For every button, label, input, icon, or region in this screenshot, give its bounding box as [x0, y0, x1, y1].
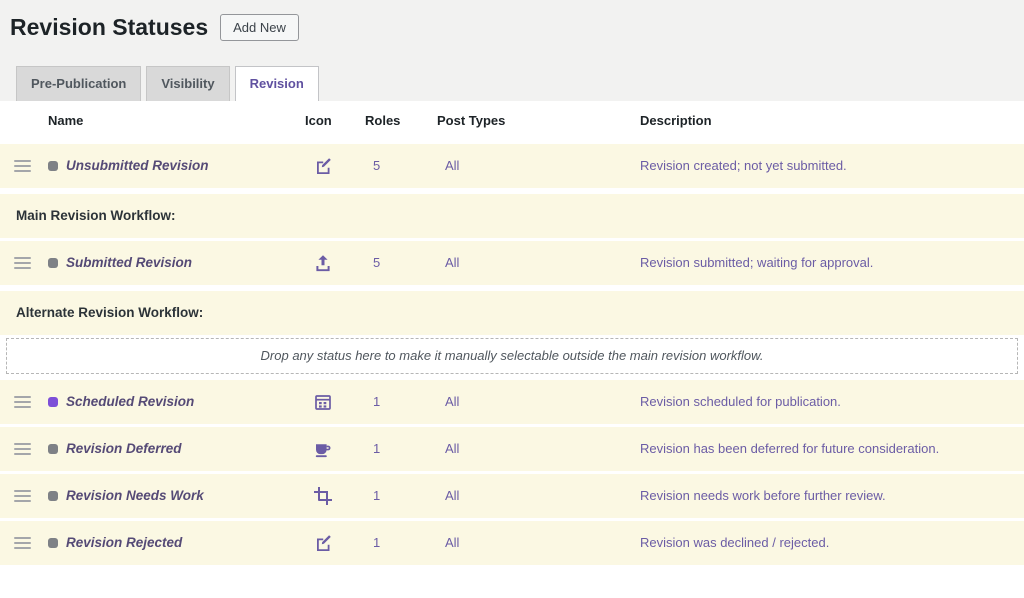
column-header-post-types: Post Types: [437, 113, 640, 128]
status-dot: [48, 397, 58, 407]
status-name-link[interactable]: Revision Needs Work: [66, 488, 204, 503]
drag-handle-icon[interactable]: [14, 537, 31, 549]
upload-icon: [305, 253, 365, 273]
status-dot: [48, 538, 58, 548]
roles-count-link[interactable]: 1: [373, 488, 380, 503]
tab-visibility[interactable]: Visibility: [146, 66, 229, 101]
edit-icon: [305, 533, 365, 553]
crop-icon: [305, 486, 365, 506]
table-row: Scheduled Revision 1 All Revision schedu…: [0, 380, 1024, 424]
tab-revision[interactable]: Revision: [235, 66, 319, 101]
column-header-roles: Roles: [365, 113, 437, 128]
status-drop-zone[interactable]: Drop any status here to make it manually…: [6, 338, 1018, 374]
status-dot: [48, 258, 58, 268]
drag-handle-icon[interactable]: [14, 396, 31, 408]
add-new-button[interactable]: Add New: [220, 14, 299, 41]
table-header-row: Name Icon Roles Post Types Description: [0, 101, 1024, 141]
table-row: Revision Deferred 1 All Revision has bee…: [0, 427, 1024, 471]
status-description: Revision has been deferred for future co…: [640, 441, 1024, 456]
status-description: Revision created; not yet submitted.: [640, 158, 1024, 173]
roles-count-link[interactable]: 1: [373, 535, 380, 550]
drag-handle-icon[interactable]: [14, 490, 31, 502]
edit-icon: [305, 156, 365, 176]
roles-count-link[interactable]: 1: [373, 394, 380, 409]
page-title: Revision Statuses: [10, 14, 208, 42]
section-header-main-workflow: Main Revision Workflow:: [0, 194, 1024, 238]
post-types-value: All: [437, 255, 640, 270]
post-types-value: All: [437, 158, 640, 173]
drag-handle-icon[interactable]: [14, 160, 31, 172]
calendar-icon: [305, 392, 365, 412]
status-description: Revision submitted; waiting for approval…: [640, 255, 1024, 270]
section-header-alternate-workflow: Alternate Revision Workflow:: [0, 291, 1024, 335]
column-header-name: Name: [48, 113, 305, 128]
status-description: Revision needs work before further revie…: [640, 488, 1024, 503]
table-row: Revision Needs Work 1 All Revision needs…: [0, 474, 1024, 518]
coffee-icon: [305, 439, 365, 459]
statuses-table: Name Icon Roles Post Types Description U…: [0, 101, 1024, 565]
post-types-value: All: [437, 488, 640, 503]
drag-handle-icon[interactable]: [14, 443, 31, 455]
roles-count-link[interactable]: 5: [373, 255, 380, 270]
table-row: Revision Rejected 1 All Revision was dec…: [0, 521, 1024, 565]
drag-handle-icon[interactable]: [14, 257, 31, 269]
status-name-link[interactable]: Unsubmitted Revision: [66, 158, 209, 173]
post-types-value: All: [437, 394, 640, 409]
status-name-link[interactable]: Scheduled Revision: [66, 394, 194, 409]
status-dot: [48, 161, 58, 171]
status-name-link[interactable]: Revision Deferred: [66, 441, 182, 456]
table-row: Submitted Revision 5 All Revision submit…: [0, 241, 1024, 285]
post-types-value: All: [437, 441, 640, 456]
tab-bar: Pre-Publication Visibility Revision: [10, 66, 1024, 101]
tab-pre-publication[interactable]: Pre-Publication: [16, 66, 141, 101]
page-header: Revision Statuses Add New Pre-Publicatio…: [0, 0, 1024, 101]
post-types-value: All: [437, 535, 640, 550]
roles-count-link[interactable]: 1: [373, 441, 380, 456]
status-dot: [48, 444, 58, 454]
table-row: Unsubmitted Revision 5 All Revision crea…: [0, 144, 1024, 188]
column-header-description: Description: [640, 113, 1024, 128]
status-dot: [48, 491, 58, 501]
status-description: Revision was declined / rejected.: [640, 535, 1024, 550]
status-description: Revision scheduled for publication.: [640, 394, 1024, 409]
roles-count-link[interactable]: 5: [373, 158, 380, 173]
status-name-link[interactable]: Submitted Revision: [66, 255, 192, 270]
column-header-icon: Icon: [305, 113, 365, 128]
status-name-link[interactable]: Revision Rejected: [66, 535, 182, 550]
